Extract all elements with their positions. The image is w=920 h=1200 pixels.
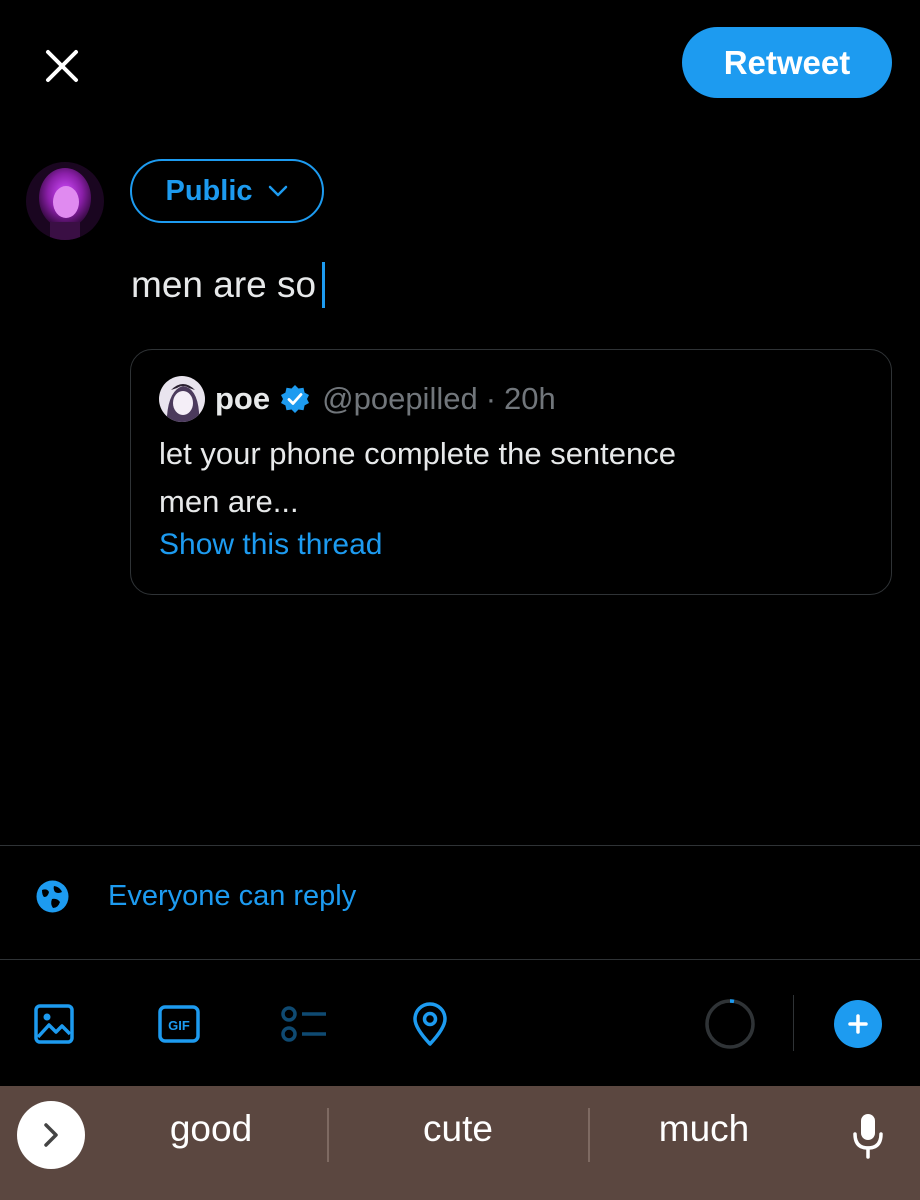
quoted-tweet-card[interactable]: poe @poepilled · 20h let your phone comp… bbox=[130, 349, 892, 595]
avatar[interactable] bbox=[26, 162, 104, 240]
divider bbox=[0, 845, 920, 846]
chevron-right-icon bbox=[44, 1123, 58, 1147]
quoted-tweet-body: let your phone complete the sentence men… bbox=[159, 430, 859, 526]
reply-setting-label: Everyone can reply bbox=[108, 880, 357, 912]
keyboard-expand-button[interactable] bbox=[17, 1101, 85, 1169]
chevron-down-icon bbox=[268, 185, 287, 197]
plus-icon bbox=[848, 1014, 868, 1034]
suggestion-much[interactable]: much bbox=[604, 1108, 804, 1150]
microphone-icon bbox=[853, 1114, 883, 1159]
character-counter-ring bbox=[705, 999, 755, 1049]
suggestion-cute[interactable]: cute bbox=[358, 1108, 558, 1150]
add-tweet-button[interactable] bbox=[834, 1000, 882, 1048]
keyboard-suggestion-bar: good cute much bbox=[0, 1086, 920, 1200]
add-location-button[interactable] bbox=[406, 1000, 454, 1048]
meta-separator: · bbox=[485, 381, 497, 416]
poll-icon bbox=[281, 1006, 326, 1042]
close-icon bbox=[46, 50, 78, 82]
location-icon bbox=[413, 1002, 447, 1046]
add-media-button[interactable] bbox=[30, 1000, 78, 1048]
image-icon bbox=[34, 1004, 74, 1044]
suggestion-good[interactable]: good bbox=[111, 1108, 311, 1150]
add-poll-button[interactable] bbox=[280, 1000, 328, 1048]
retweet-button[interactable]: Retweet bbox=[682, 27, 892, 98]
quoted-author-handle: @poepilled bbox=[322, 381, 478, 416]
show-thread-link[interactable]: Show this thread bbox=[159, 528, 382, 562]
reply-setting-button[interactable]: Everyone can reply bbox=[36, 880, 356, 913]
compose-text: men are so bbox=[131, 264, 317, 305]
toolbar-divider bbox=[793, 995, 794, 1051]
quoted-tweet-header: poe @poepilled · 20h bbox=[159, 376, 556, 422]
suggestion-separator bbox=[588, 1108, 590, 1162]
character-counter bbox=[704, 998, 756, 1050]
audience-selector[interactable]: Public bbox=[130, 159, 324, 223]
suggestion-separator bbox=[327, 1108, 329, 1162]
quoted-avatar bbox=[159, 376, 205, 422]
text-cursor bbox=[322, 262, 326, 308]
audience-label: Public bbox=[165, 174, 253, 207]
quoted-body-line: men are... bbox=[159, 484, 299, 519]
quoted-body-line: let your phone complete the sentence bbox=[159, 436, 677, 471]
gif-icon: GIF bbox=[158, 1005, 200, 1043]
divider bbox=[0, 959, 920, 960]
voice-input-button[interactable] bbox=[846, 1110, 890, 1162]
close-button[interactable] bbox=[38, 42, 86, 90]
quoted-timestamp: 20h bbox=[504, 381, 556, 416]
verified-badge-icon bbox=[280, 384, 310, 414]
compose-input[interactable]: men are so bbox=[131, 262, 326, 308]
globe-icon bbox=[36, 880, 69, 913]
svg-text:GIF: GIF bbox=[168, 1018, 190, 1033]
quoted-author-name: poe bbox=[215, 381, 271, 416]
add-gif-button[interactable]: GIF bbox=[155, 1000, 203, 1048]
